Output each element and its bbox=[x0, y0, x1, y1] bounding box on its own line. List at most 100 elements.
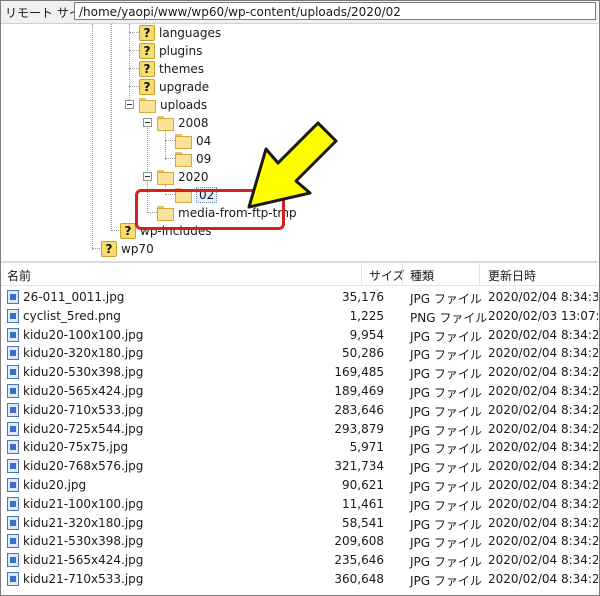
file-name: kidu20-710x533.jpg bbox=[23, 402, 144, 417]
remote-site-bar: リモート サイト: /home/yaopi/www/wp60/wp-conten… bbox=[1, 1, 598, 24]
file-name: kidu20-530x398.jpg bbox=[23, 365, 144, 380]
file-modified: 2020/02/04 8:34:22 bbox=[488, 459, 598, 474]
collapse-toggle-uploads[interactable] bbox=[125, 100, 134, 109]
file-size: 169,485 bbox=[334, 365, 384, 380]
file-row[interactable]: kidu20-75x75.jpg 5,971 JPG ファイル 2020/02/04 … bbox=[1, 438, 598, 457]
file-size: 11,461 bbox=[342, 496, 384, 511]
file-type: JPG ファイル bbox=[410, 461, 482, 476]
tree-item-upgrade[interactable]: ? upgrade bbox=[139, 78, 209, 96]
file-modified: 2020/02/04 8:34:22 bbox=[488, 365, 598, 380]
file-type: JPG ファイル bbox=[410, 517, 482, 532]
file-size: 1,225 bbox=[349, 308, 384, 323]
image-file-icon bbox=[7, 534, 19, 549]
file-size: 58,541 bbox=[342, 515, 384, 530]
file-row[interactable]: kidu21-565x424.jpg 235,646 JPG ファイル 2020/02… bbox=[1, 551, 598, 570]
image-file-icon bbox=[7, 440, 19, 455]
file-size: 283,646 bbox=[334, 402, 384, 417]
tree-item-plugins[interactable]: ? plugins bbox=[139, 42, 202, 60]
tree-guide-line bbox=[165, 140, 175, 141]
tree-item-themes[interactable]: ? themes bbox=[139, 60, 204, 78]
file-type: JPG ファイル bbox=[410, 404, 482, 419]
file-row[interactable]: kidu20-100x100.jpg 9,954 JPG ファイル 2020/02/0… bbox=[1, 326, 598, 345]
tree-guide-line bbox=[129, 68, 139, 69]
file-row[interactable]: kidu20-565x424.jpg 189,469 JPG ファイル 2020/02… bbox=[1, 382, 598, 401]
remote-directory-tree: ? languages ? plugins ? themes ? upgrade… bbox=[1, 24, 598, 261]
file-size: 235,646 bbox=[334, 553, 384, 568]
file-modified: 2020/02/04 8:34:22 bbox=[488, 402, 598, 417]
collapse-toggle-2008[interactable] bbox=[143, 118, 152, 127]
image-file-icon bbox=[7, 459, 19, 474]
file-type: JPG ファイル bbox=[410, 555, 482, 570]
tree-item-wp70[interactable]: ? wp70 bbox=[101, 240, 154, 258]
image-file-icon bbox=[7, 290, 19, 304]
tree-guide-line bbox=[165, 158, 175, 159]
column-divider[interactable] bbox=[479, 263, 480, 285]
file-row[interactable]: kidu21-320x180.jpg 58,541 JPG ファイル 2020/02/… bbox=[1, 514, 598, 533]
tree-item-languages[interactable]: ? languages bbox=[139, 24, 221, 42]
file-row[interactable]: kidu20-530x398.jpg 169,485 JPG ファイル 2020/02… bbox=[1, 363, 598, 382]
tree-item-04[interactable]: 04 bbox=[175, 132, 211, 150]
column-header-type[interactable]: 種類 bbox=[410, 267, 434, 284]
file-name: kidu21-100x100.jpg bbox=[23, 496, 144, 511]
tree-guide-line bbox=[129, 50, 139, 51]
file-name: kidu20-768x576.jpg bbox=[23, 459, 144, 474]
file-size: 90,621 bbox=[342, 478, 384, 492]
image-file-icon bbox=[7, 327, 19, 342]
file-name: kidu20-725x544.jpg bbox=[23, 421, 144, 436]
file-name: kidu21-710x533.jpg bbox=[23, 572, 144, 586]
file-modified: 2020/02/04 8:34:22 bbox=[488, 346, 598, 361]
question-folder-icon: ? bbox=[139, 61, 155, 77]
file-row[interactable]: kidu20-725x544.jpg 293,879 JPG ファイル 2020/02… bbox=[1, 420, 598, 439]
remote-file-list: ^ 名前 サイズ 種類 更新日時 26-011_0011.jpg 35,176 JP… bbox=[1, 263, 598, 594]
list-header: ^ 名前 サイズ 種類 更新日時 bbox=[1, 263, 598, 286]
tree-item-2008[interactable]: 2008 bbox=[157, 114, 209, 132]
file-size: 5,971 bbox=[349, 440, 384, 455]
file-row[interactable]: cyclist_5red.png 1,225 PNG ファイル 2020/02/03 … bbox=[1, 307, 598, 326]
column-divider[interactable] bbox=[361, 263, 362, 285]
tree-item-2020[interactable]: 2020 bbox=[157, 168, 209, 186]
tree-item-09[interactable]: 09 bbox=[175, 150, 211, 168]
question-folder-icon: ? bbox=[139, 43, 155, 59]
file-name: kidu20-75x75.jpg bbox=[23, 440, 129, 455]
file-modified: 2020/02/03 13:07:11 bbox=[488, 308, 598, 323]
file-modified: 2020/02/04 8:34:22 bbox=[488, 440, 598, 455]
column-header-size[interactable]: サイズ bbox=[369, 267, 405, 284]
folder-icon bbox=[175, 151, 192, 167]
file-modified: 2020/02/04 8:34:22 bbox=[488, 421, 598, 436]
column-header-modified[interactable]: 更新日時 bbox=[488, 267, 536, 284]
file-modified: 2020/02/04 8:34:22 bbox=[488, 384, 598, 398]
file-type: JPG ファイル bbox=[410, 386, 482, 400]
file-size: 35,176 bbox=[342, 290, 384, 304]
file-type: JPG ファイル bbox=[410, 329, 482, 344]
file-type: JPG ファイル bbox=[410, 480, 482, 494]
collapse-toggle-2020[interactable] bbox=[143, 172, 152, 181]
file-name: kidu20-320x180.jpg bbox=[23, 346, 144, 361]
file-type: JPG ファイル bbox=[410, 423, 482, 438]
file-row[interactable]: 26-011_0011.jpg 35,176 JPG ファイル 2020/02/04 … bbox=[1, 288, 598, 307]
file-row[interactable]: kidu21-710x533.jpg 360,648 JPG ファイル 2020/02… bbox=[1, 570, 598, 589]
file-row[interactable]: kidu20.jpg 90,621 JPG ファイル 2020/02/04 8:34:… bbox=[1, 476, 598, 495]
file-row[interactable]: kidu20-710x533.jpg 283,646 JPG ファイル 2020/02… bbox=[1, 401, 598, 420]
file-row[interactable]: kidu21-100x100.jpg 11,461 JPG ファイル 2020/02/… bbox=[1, 495, 598, 514]
image-file-icon bbox=[7, 346, 19, 361]
file-name: kidu20.jpg bbox=[23, 478, 87, 492]
file-row[interactable]: kidu20-768x576.jpg 321,734 JPG ファイル 2020/02… bbox=[1, 457, 598, 476]
file-size: 9,954 bbox=[349, 327, 384, 342]
file-row[interactable]: kidu21-530x398.jpg 209,608 JPG ファイル 2020/02… bbox=[1, 532, 598, 551]
file-size: 209,608 bbox=[334, 534, 384, 549]
image-file-icon bbox=[7, 515, 19, 530]
file-size: 321,734 bbox=[334, 459, 384, 474]
column-header-name[interactable]: 名前 bbox=[7, 267, 31, 284]
file-modified: 2020/02/04 8:34:21 bbox=[488, 515, 598, 530]
tree-item-uploads[interactable]: uploads bbox=[139, 96, 207, 114]
file-row[interactable]: kidu20-320x180.jpg 50,286 JPG ファイル 2020/02/… bbox=[1, 344, 598, 363]
remote-path-input[interactable]: /home/yaopi/www/wp60/wp-content/uploads/… bbox=[74, 2, 596, 20]
file-type: JPG ファイル bbox=[410, 442, 482, 457]
file-name: kidu20-565x424.jpg bbox=[23, 384, 144, 398]
folder-icon bbox=[157, 115, 174, 131]
tree-guide-line bbox=[129, 32, 139, 33]
tree-guide-line bbox=[129, 24, 130, 104]
file-name: kidu21-320x180.jpg bbox=[23, 515, 144, 530]
column-divider[interactable] bbox=[402, 263, 403, 285]
file-type: JPG ファイル bbox=[410, 367, 482, 382]
